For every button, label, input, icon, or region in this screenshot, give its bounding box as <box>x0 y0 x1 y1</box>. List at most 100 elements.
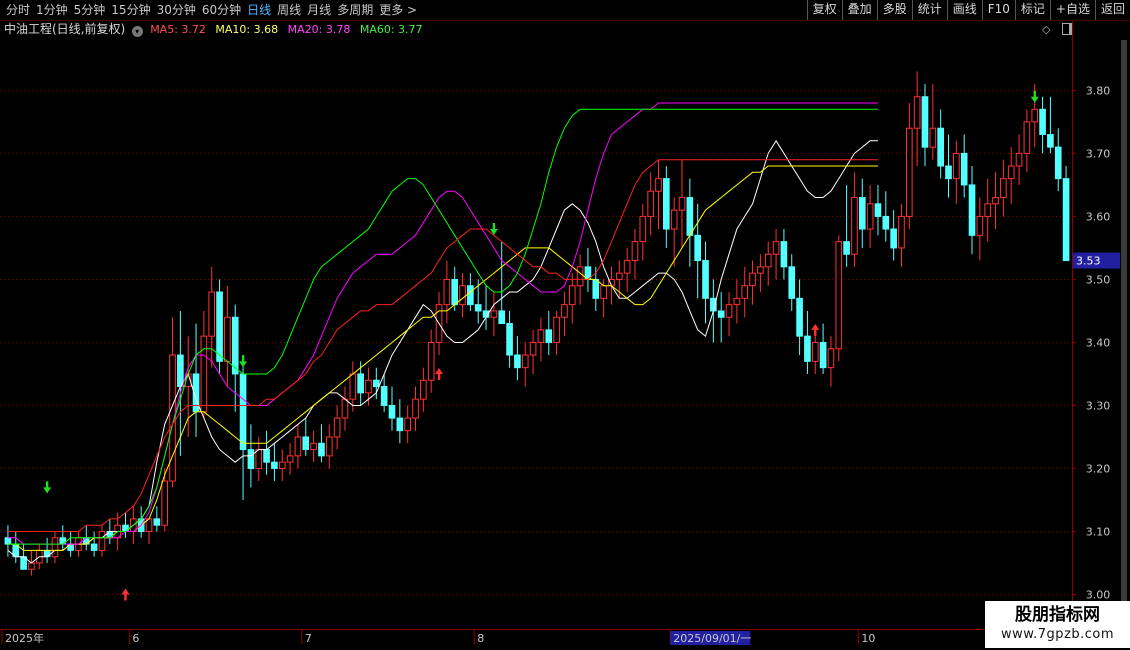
candle-up <box>459 285 466 306</box>
scrollbar-thumb[interactable] <box>1121 40 1127 626</box>
sell-signal-arrow <box>43 481 52 494</box>
candle-up <box>255 449 263 469</box>
candle-up <box>521 354 529 369</box>
candle-down <box>271 461 278 469</box>
ma20-line <box>7 102 878 545</box>
candle-up <box>670 209 678 230</box>
candle-up <box>28 562 35 570</box>
candle-up <box>286 455 294 463</box>
candle-up <box>929 127 937 148</box>
candle-up <box>51 537 59 558</box>
candle-up <box>349 373 357 400</box>
candle-up <box>976 215 984 236</box>
candle-down <box>968 184 976 236</box>
candle-down <box>67 543 74 551</box>
candle-up <box>200 335 208 413</box>
x-tick-label: 10 <box>861 632 875 645</box>
candle-up <box>757 266 764 274</box>
candle-up <box>678 197 686 211</box>
y-tick-label: 3.20 <box>1086 462 1111 475</box>
candle-up <box>741 285 749 299</box>
candle-up <box>639 215 647 243</box>
candle-down <box>396 417 404 432</box>
candle-down <box>388 404 396 419</box>
candle-down <box>819 341 827 369</box>
candle-down <box>890 228 897 249</box>
candle-up <box>827 348 835 369</box>
candlestick-chart[interactable]: 3.80 3.70 3.60 3.50 3.40 3.30 3.20 3.10 3.00 3.53… <box>0 0 1130 650</box>
y-tick-label: 3.60 <box>1086 210 1111 223</box>
candle-up <box>443 278 451 306</box>
candle-down <box>858 197 866 230</box>
candle-down <box>796 297 803 337</box>
candle-up <box>835 241 843 350</box>
candle-up <box>561 304 568 318</box>
candle-up <box>1023 121 1031 154</box>
candle-up <box>623 260 631 274</box>
candle-down <box>694 234 702 262</box>
candle-down <box>216 291 223 362</box>
candle-up <box>1000 178 1007 199</box>
candle-down <box>43 549 51 558</box>
candle-up <box>294 436 302 457</box>
candle-up <box>647 190 654 217</box>
time-axis-divider <box>0 629 1130 630</box>
vertical-scrollbar[interactable] <box>1121 40 1127 626</box>
ma5-line <box>7 139 878 564</box>
candle-up <box>278 461 286 469</box>
buy-signal-arrow <box>435 367 444 380</box>
x-tick-label: 8 <box>477 632 484 645</box>
watermark-line1: 股朋指标网 <box>1015 605 1100 625</box>
site-watermark: 股朋指标网 www.7gpzb.com <box>985 601 1130 648</box>
candle-up <box>427 341 435 381</box>
candle-up <box>333 417 341 438</box>
candle-down <box>153 518 161 526</box>
ma10-line <box>7 165 878 551</box>
y-tick-label: 3.40 <box>1086 336 1111 349</box>
candle-up <box>490 310 498 318</box>
x-tick-label: 6 <box>132 632 139 645</box>
candle-down <box>702 260 709 299</box>
candle-down <box>302 436 310 451</box>
candle-up <box>905 127 913 217</box>
candle-up <box>655 178 662 192</box>
candle-down <box>686 197 694 236</box>
candle-down <box>451 278 459 306</box>
candle-up <box>851 197 858 255</box>
candle-up <box>764 253 772 268</box>
candle-down <box>231 316 239 375</box>
candle-down <box>239 373 247 451</box>
candle-down <box>545 329 553 343</box>
candle-up <box>898 215 905 249</box>
candle-down <box>474 304 482 312</box>
candle-up <box>553 316 560 343</box>
candle-down <box>514 354 521 369</box>
candle-down <box>318 442 325 457</box>
candle-down <box>498 310 506 325</box>
candle-down <box>780 241 788 268</box>
candle-up <box>913 96 921 129</box>
candle-down <box>874 203 882 217</box>
candle-up <box>224 316 231 362</box>
candle-down <box>467 285 474 306</box>
candle-down <box>177 354 184 388</box>
candle-down <box>843 241 850 255</box>
candle-up <box>420 379 427 400</box>
candle-down <box>1039 108 1046 136</box>
sell-signal-arrow <box>1030 90 1039 103</box>
candle-up <box>341 398 349 419</box>
candle-up <box>1007 165 1015 180</box>
buy-signal-arrow <box>121 588 130 601</box>
candle-up <box>404 417 411 432</box>
candle-up <box>725 304 733 318</box>
y-tick-label: 3.80 <box>1086 84 1111 97</box>
candle-down <box>263 449 270 463</box>
candle-down <box>1047 134 1054 148</box>
candle-down <box>1062 178 1070 262</box>
candle-up <box>161 480 169 526</box>
candle-down <box>1054 146 1062 180</box>
candle-up <box>98 530 106 551</box>
candle-up <box>537 329 545 343</box>
candle-up <box>615 272 623 280</box>
y-tick-label: 3.10 <box>1086 525 1111 538</box>
